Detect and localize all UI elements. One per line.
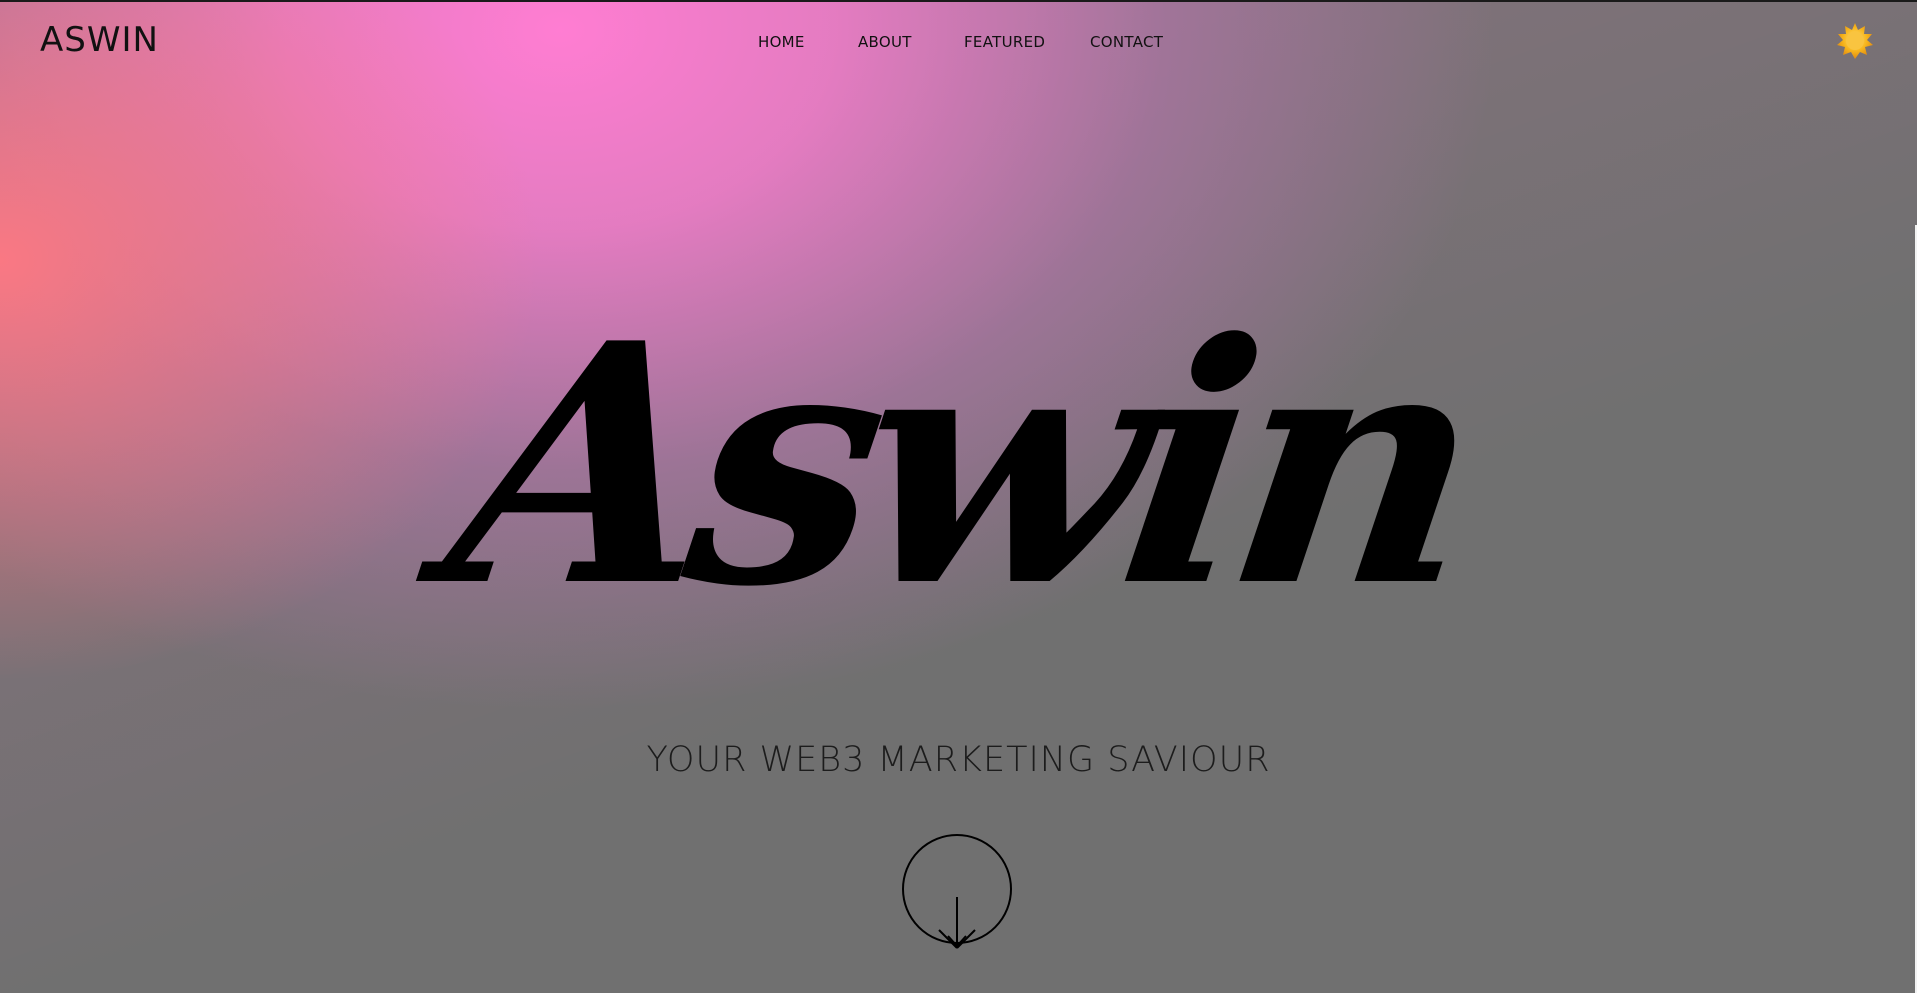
nav-home[interactable]: HOME (758, 33, 858, 51)
nav-contact[interactable]: CONTACT (1090, 33, 1170, 51)
hero-background: ASWIN HOME ABOUT FEATURED CONTACT Aswin … (0, 0, 1917, 995)
top-border (0, 0, 1917, 2)
scroll-down-button[interactable] (902, 832, 1012, 950)
arrow-down-circle-icon (902, 834, 1012, 949)
main-nav: HOME ABOUT FEATURED CONTACT (758, 33, 1170, 51)
hero-name: Aswin (430, 271, 1487, 659)
site-logo[interactable]: ASWIN (40, 20, 159, 60)
nav-featured[interactable]: FEATURED (964, 33, 1090, 51)
sun-icon (1837, 23, 1873, 59)
theme-toggle-button[interactable] (1836, 22, 1874, 60)
nav-about[interactable]: ABOUT (858, 33, 964, 51)
hero-tagline: YOUR WEB3 MARKETING SAVIOUR (646, 740, 1271, 780)
